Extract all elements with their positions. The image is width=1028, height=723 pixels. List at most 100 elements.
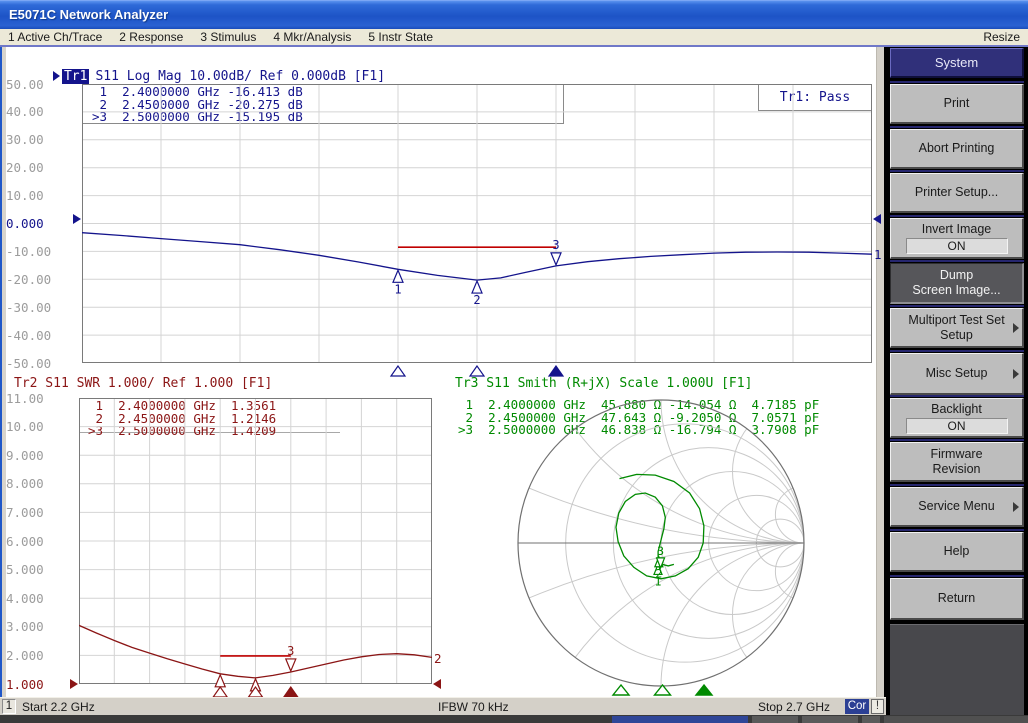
taskbar-item[interactable] [862, 716, 880, 723]
taskbar-item[interactable] [752, 716, 798, 723]
sweep-start-readout: Start 2.2 GHz [22, 700, 95, 714]
submenu-arrow-icon [1013, 323, 1019, 333]
y-axis-label: 7.000 [6, 505, 72, 520]
ifbw-readout: IFBW 70 kHz [438, 700, 509, 714]
stimulus-marker [391, 366, 405, 376]
y-axis-label: 1.000 [6, 677, 72, 692]
softkey-help[interactable]: Help [890, 532, 1024, 572]
window-title: E5071C Network Analyzer [9, 7, 168, 22]
softkey-label: Invert Image [922, 222, 991, 237]
y-axis-label: -50.00 [6, 356, 76, 371]
marker-number: 2 [655, 567, 662, 581]
softkey-printer-setup[interactable]: Printer Setup... [890, 173, 1024, 213]
softkey-separator [890, 305, 1024, 307]
y-axis-label: 11.00 [6, 391, 72, 406]
stimulus-marker [213, 687, 227, 697]
y-axis-label: 50.00 [6, 77, 76, 92]
softkey-separator [890, 260, 1024, 262]
softkey-label: System [935, 55, 978, 70]
softkey-firmware-revision[interactable]: FirmwareRevision [890, 442, 1024, 482]
softkey-system: System [890, 48, 1024, 78]
tr3-smith-chart: 123 [436, 393, 882, 696]
tr2-plot: 123 [79, 398, 432, 698]
softkey-backlight[interactable]: BacklightON [890, 398, 1024, 438]
softkey-service-menu[interactable]: Service Menu [890, 487, 1024, 527]
softkey-label: Screen Image... [912, 283, 1000, 298]
stimulus-marker [696, 685, 712, 695]
softkey-label: Revision [933, 462, 981, 477]
softkey-label: Print [944, 96, 970, 111]
status-bar: 1 Start 2.2 GHz IFBW 70 kHz Stop 2.7 GHz… [0, 697, 886, 715]
tr3-header: Tr3 S11 Smith (R+jX) Scale 1.000U [F1] [455, 376, 752, 391]
softkey-label: Service Menu [918, 499, 994, 514]
y-axis-label: 5.000 [6, 562, 72, 577]
backlight-toggle-state[interactable]: ON [906, 418, 1008, 434]
y-axis-label: -40.00 [6, 328, 76, 343]
tr1-ref-level-marker-right [873, 214, 881, 224]
softkey-invert-image[interactable]: Invert ImageON [890, 218, 1024, 259]
softkey-separator [890, 529, 1024, 531]
softkey-multiport-test-set-setup[interactable]: Multiport Test SetSetup [890, 308, 1024, 348]
y-axis-label: -10.00 [6, 244, 76, 259]
softkey-print[interactable]: Print [890, 84, 1024, 124]
menu-active-ch-trace[interactable]: 1 Active Ch/Trace [8, 30, 102, 44]
softkey-label: Dump [940, 268, 973, 283]
taskbar-clock-area [884, 716, 1028, 723]
softkey-separator [890, 575, 1024, 577]
softkey-separator [890, 484, 1024, 486]
menu-resize[interactable]: Resize [983, 30, 1020, 44]
y-axis-label: 40.00 [6, 104, 76, 119]
softkey-label: Misc Setup [926, 366, 988, 381]
marker-number: 3 [552, 238, 559, 252]
softkey-misc-setup[interactable]: Misc Setup [890, 353, 1024, 395]
tr2-y-axis: 11.0010.009.0008.0007.0006.0005.0004.000… [6, 398, 72, 694]
softkey-dump-screen-image[interactable]: DumpScreen Image... [890, 263, 1024, 304]
menu-bar: 1 Active Ch/Trace 2 Response 3 Stimulus … [0, 29, 1028, 47]
y-axis-label: 6.000 [6, 534, 72, 549]
menu-response[interactable]: 2 Response [119, 30, 183, 44]
alert-indicator: ! [871, 699, 884, 714]
softkey-label: Printer Setup... [915, 185, 998, 200]
y-axis-label: -30.00 [6, 300, 76, 315]
invert-image-toggle-state[interactable]: ON [906, 238, 1008, 254]
y-axis-label: 30.00 [6, 132, 76, 147]
y-axis-label: 10.00 [6, 419, 72, 434]
softkey-separator [890, 170, 1024, 172]
menu-instr-state[interactable]: 5 Instr State [368, 30, 433, 44]
instrument-display: Tr1S11 Log Mag 10.00dB/ Ref 0.000dB [F1]… [6, 47, 876, 697]
softkey-abort-printing[interactable]: Abort Printing [890, 129, 1024, 169]
softkey-label: Backlight [931, 402, 982, 417]
softkey-separator [890, 439, 1024, 441]
y-axis-label: 2.000 [6, 648, 72, 663]
menu-mkr-analysis[interactable]: 4 Mkr/Analysis [273, 30, 351, 44]
y-axis-label: 20.00 [6, 160, 76, 175]
correction-status-badge: Cor [845, 699, 869, 714]
y-axis-label: 9.000 [6, 448, 72, 463]
marker-number: 3 [657, 544, 664, 558]
y-axis-label: -20.00 [6, 272, 76, 287]
title-bar: E5071C Network Analyzer [0, 0, 1028, 29]
softkey-label: Firmware [930, 447, 982, 462]
softkey-return[interactable]: Return [890, 578, 1024, 620]
tr1-ref-level-marker-left [73, 214, 81, 224]
marker-symbol [286, 659, 296, 671]
taskbar-item[interactable] [612, 716, 748, 723]
softkey-separator [890, 126, 1024, 128]
tr2-header: Tr2 S11 SWR 1.000/ Ref 1.000 [F1] [14, 376, 272, 391]
softkey-label: Abort Printing [919, 141, 995, 156]
y-axis-label: 4.000 [6, 591, 72, 606]
softkey-empty-panel [890, 624, 1024, 715]
menu-stimulus[interactable]: 3 Stimulus [200, 30, 256, 44]
stimulus-marker [284, 687, 298, 697]
sweep-stop-readout: Stop 2.7 GHz [758, 700, 830, 714]
stimulus-marker [613, 685, 629, 695]
submenu-arrow-icon [1013, 502, 1019, 512]
stimulus-marker [549, 366, 563, 376]
marker-number: 1 [394, 282, 401, 296]
marker-symbol [215, 675, 225, 687]
y-axis-label: 10.00 [6, 188, 76, 203]
softkey-label: Return [938, 591, 976, 606]
tr1-y-axis: 50.0040.0030.0020.0010.000.000-10.00-20.… [6, 84, 76, 374]
taskbar-item[interactable] [802, 716, 858, 723]
tr1-trace-number: 1 [874, 247, 882, 262]
